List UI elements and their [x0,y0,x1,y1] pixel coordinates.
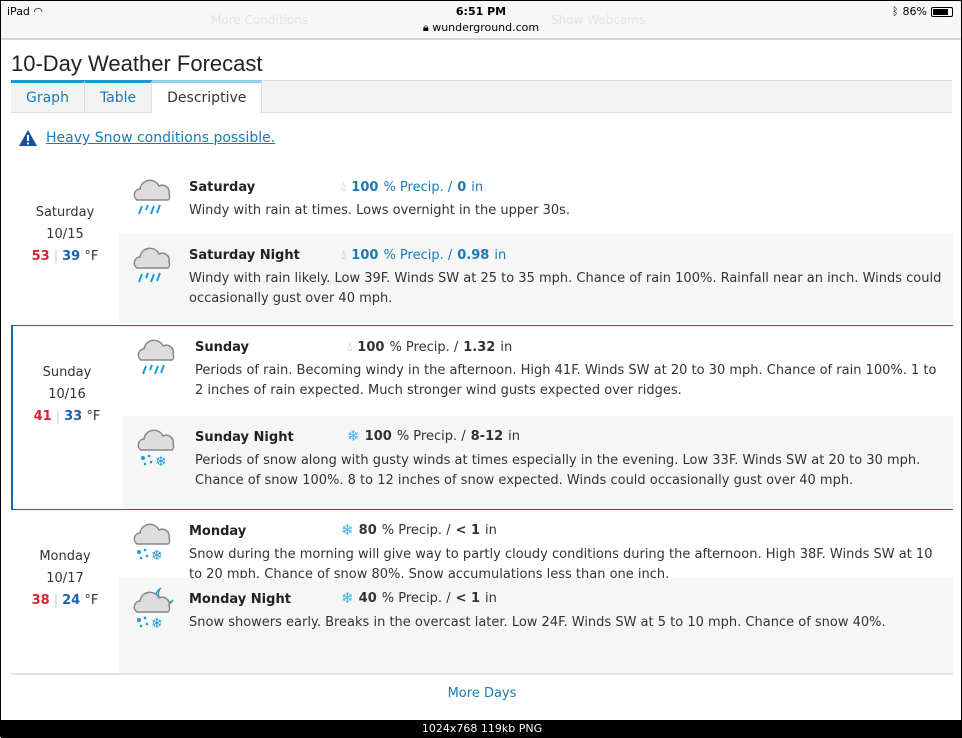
raindrop-icon: 💧︎ [341,180,347,195]
snowflake-icon: ❄ [341,521,354,539]
period-description: Windy with rain at times. Lows overnight… [189,203,571,218]
period-name: Monday [189,524,247,539]
forecast-day: Sunday 10/16 41 | 33 °F Sunday 💧︎ 100% Prec… [11,325,953,510]
precip-summary: ❄ 40% Precip. / < 1 in [341,589,497,607]
raindrop-icon: 💧︎ [347,340,353,355]
forecast-day: Saturday 10/15 53 | 39 °F Saturday 💧︎ 100% … [11,166,953,323]
snow-weather-icon: ❄ [133,424,179,470]
high-temp: 53 [31,249,50,264]
image-footer: 1024x768 119kb PNG [1,720,962,738]
period-name: Sunday [195,340,250,355]
precip-summary: 💧︎ 100% Precip. /1.32 in [347,340,513,355]
more-days-link[interactable]: More Days [11,673,953,701]
low-temp: 24 [62,593,81,608]
period-name: Saturday Night [189,248,300,263]
high-temp: 38 [31,593,50,608]
bluetooth-icon: ᛒ [891,5,899,18]
svg-text:❄: ❄ [155,454,167,470]
forecast-period: Saturday Night 💧︎ 100% Precip. /0.98 in Wi… [119,234,953,323]
forecast-period: Saturday 💧︎ 100% Precip. /0 in Windy with … [119,166,953,234]
low-temp: 39 [62,249,81,264]
view-tabs: Graph Table Descriptive [11,80,952,114]
forecast-period: ❄ Sunday Night ❄ 100% Precip. /8-12 in Per… [123,416,953,509]
page-title: 10-Day Weather Forecast [11,51,263,76]
day-date: 10/17 [46,571,84,586]
svg-text:❄: ❄ [151,616,163,632]
forecast-day: Monday 10/17 38 | 24 °F ❄ Monday ❄ 80% Prec… [11,510,953,673]
period-description: Windy with rain likely. Low 39F. Winds S… [189,271,942,306]
period-name: Sunday Night [195,430,294,445]
forecast-period: ❄ Monday Night ❄ 40% Precip. / < 1 in Snow … [119,578,953,673]
period-description: Periods of snow along with gusty winds a… [195,453,921,488]
precip-summary: ❄ 100% Precip. /8-12 in [347,427,521,445]
divider: | [53,249,59,264]
snow-weather-icon: ❄ [129,518,175,564]
day-date: 10/16 [48,387,86,402]
warning-triangle-icon [19,130,37,146]
temp-unit: °F [86,409,101,424]
clock: 6:51 PM [455,5,507,18]
tab-descriptive[interactable]: Descriptive [152,80,263,114]
temp-unit: °F [84,249,99,264]
day-name: Sunday [42,365,92,380]
divider: | [53,593,59,608]
alert-link[interactable]: Heavy Snow conditions possible. [46,130,275,146]
divider: | [55,409,61,424]
forecast-period: Sunday 💧︎ 100% Precip. /1.32 in Periods of… [123,326,953,416]
rain-weather-icon [129,174,175,220]
period-name: Monday Night [189,592,291,607]
tab-graph[interactable]: Graph [11,80,85,112]
battery-icon [931,6,953,17]
day-name: Saturday [35,205,95,220]
day-summary: Monday 10/17 38 | 24 °F [11,546,119,612]
weather-alert[interactable]: Heavy Snow conditions possible. [18,129,275,147]
day-summary: Saturday 10/15 53 | 39 °F [11,202,119,268]
high-temp: 41 [33,409,52,424]
raindrop-icon: 💧︎ [341,248,347,263]
period-description: Periods of rain. Becoming windy in the a… [195,363,937,398]
day-name: Monday [39,549,91,564]
tab-table[interactable]: Table [84,80,153,112]
temp-unit: °F [84,593,99,608]
battery-percent: 86% [902,5,927,18]
period-name: Saturday [189,180,256,195]
day-summary: Sunday 10/16 41 | 33 °F [13,362,121,428]
day-date: 10/15 [46,227,84,242]
period-description: Snow showers early. Breaks in the overca… [189,615,886,630]
forecast-period: ❄ Monday ❄ 80% Precip. / < 1 in Snow during… [119,510,953,582]
precip-summary: 💧︎ 100% Precip. /0 in [341,180,484,195]
ios-status-bar: iPad ◠ More Conditions Show Webcams 6:51… [1,1,961,40]
rain-weather-icon [133,334,179,380]
snow-night-weather-icon: ❄ [129,586,175,632]
precip-summary: ❄ 80% Precip. / < 1 in [341,521,497,539]
svg-text:❄: ❄ [151,548,163,564]
url-bar[interactable]: 🔒︎ wunderground.com [1,21,961,35]
snowflake-icon: ❄ [341,589,354,607]
precip-summary: 💧︎ 100% Precip. /0.98 in [341,248,507,263]
snowflake-icon: ❄ [347,427,360,445]
low-temp: 33 [64,409,83,424]
rain-weather-icon [129,242,175,288]
lock-icon: 🔒︎ [422,21,429,34]
